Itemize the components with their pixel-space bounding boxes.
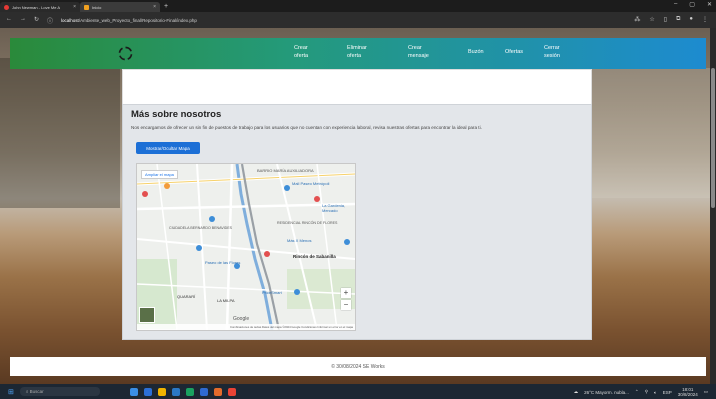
scrollbar-thumb[interactable] — [711, 68, 715, 208]
close-icon[interactable]: × — [73, 4, 76, 10]
youtube-icon — [4, 4, 9, 10]
reload-icon[interactable]: ↻ — [34, 16, 39, 25]
nav-crear-oferta[interactable]: Crear oferta — [294, 44, 320, 60]
map-label: BARRIO MARÍA AUXILIADORA — [257, 168, 314, 173]
taskbar-apps — [129, 387, 236, 396]
toggle-map-button[interactable]: Mostrar/Ocultar Mapa — [136, 142, 200, 154]
content-top-panel — [122, 69, 592, 106]
clock[interactable]: 18:01 30/8/2024 — [678, 387, 698, 397]
map-label: LA MILPA — [217, 298, 235, 303]
map-label: CIUDADELA BERNARDO BENAVIDES — [169, 226, 233, 230]
map-label: La Gardenia, Mercado — [322, 203, 346, 213]
page-footer: © 30/08/2024 SE Works — [10, 357, 706, 376]
map-label: RESIDENCIAL RINCÓN DE FLORES — [277, 221, 338, 225]
section-title: Más sobre nosotros — [131, 109, 222, 120]
site-navbar: Crear oferta Eliminar oferta Crear mensa… — [10, 38, 706, 69]
about-section: Más sobre nosotros Nos encargamos de ofr… — [122, 104, 592, 340]
task-view-icon[interactable] — [129, 387, 138, 396]
url-path: /Ambiente_web_Proyecto_final/Repositorio… — [78, 17, 197, 23]
back-icon[interactable]: ← — [6, 16, 12, 25]
weather-text[interactable]: 26°C Mayorm. nubla... — [584, 390, 629, 395]
tab-music[interactable]: John Newman - Love Me A × — [0, 2, 80, 12]
window-controls: – ▢ ✕ — [674, 1, 712, 8]
translate-icon[interactable]: ⁂ — [634, 16, 640, 23]
file-explorer-icon[interactable] — [157, 387, 166, 396]
nav-crear-mensaje[interactable]: Crear mensaje — [408, 44, 436, 60]
nav-eliminar-oferta[interactable]: Eliminar oferta — [347, 44, 375, 60]
edge-icon[interactable] — [143, 387, 152, 396]
map-attribution: Combinaciones de teclas Datos del mapa ©… — [137, 324, 355, 330]
zoom-in-button[interactable]: + — [341, 288, 351, 298]
map-label: Mall Paseo Metrópoli — [292, 181, 330, 186]
system-tray: ☁ 26°C Mayorm. nubla... ⌃ ⚲ 🔈︎ ESP 18:01… — [574, 387, 708, 397]
minimize-button[interactable]: – — [674, 1, 677, 8]
profile-icon[interactable]: ● — [689, 16, 693, 23]
notifications-icon[interactable]: ▭ — [704, 389, 708, 395]
language-indicator[interactable]: ESP — [663, 390, 672, 395]
forward-icon[interactable]: → — [20, 16, 26, 25]
map-label: Paseo de las Flores — [205, 260, 241, 265]
site-logo-icon[interactable] — [118, 46, 133, 61]
maximize-button[interactable]: ▢ — [689, 1, 695, 8]
tray-chevron-icon[interactable]: ⌃ — [635, 389, 639, 395]
map-label: Rincón de Sabanilla — [293, 254, 336, 259]
address-bar: ← → ↻ ⓘ localhost/Ambiente_web_Proyecto_… — [0, 12, 716, 28]
taskbar-search-input[interactable]: ⌕ Buscar — [19, 387, 100, 396]
map-label: PriceSmart — [262, 290, 282, 295]
satellite-toggle-thumbnail[interactable] — [139, 307, 155, 323]
tab-label: Inicio — [92, 4, 102, 10]
windows-taskbar: ⊞ ⌕ Buscar ☁ 26°C Mayorm. nubla... ⌃ ⚲ 🔈… — [0, 384, 716, 399]
close-window-button[interactable]: ✕ — [707, 1, 712, 8]
menu-icon[interactable]: ⋮ — [702, 16, 708, 23]
volume-icon[interactable]: 🔈︎ — [654, 390, 657, 395]
footer-text: © 30/08/2024 SE Works — [331, 363, 385, 370]
map-label: QUARARÍ — [177, 294, 196, 299]
vscode-icon[interactable] — [199, 387, 208, 396]
nav-ofertas[interactable]: Ofertas — [505, 48, 523, 56]
section-description: Nos encargamos de ofrecer un sin fin de … — [131, 125, 482, 130]
new-tab-button[interactable]: + — [164, 3, 168, 10]
xampp-icon[interactable] — [213, 387, 222, 396]
google-logo: Google — [233, 316, 250, 322]
weather-icon[interactable]: ☁ — [574, 389, 579, 395]
tab-label: John Newman - Love Me A — [12, 4, 61, 10]
expand-map-link[interactable]: Ampliar el mapa — [141, 170, 178, 179]
clock-date: 30/8/2024 — [677, 392, 698, 397]
network-icon[interactable]: ⚲ — [645, 389, 648, 395]
chrome-icon[interactable] — [227, 387, 236, 396]
embedded-map[interactable]: Ampliar el mapa BARRIO MARÍA AUXILIADORA… — [136, 163, 356, 331]
url-field[interactable]: localhost/Ambiente_web_Proyecto_final/Re… — [61, 18, 197, 23]
windows-start-icon[interactable]: ⊞ — [8, 388, 14, 396]
url-host: localhost — [61, 17, 79, 23]
search-placeholder: Buscar — [29, 389, 44, 394]
bookmark-star-icon[interactable]: ☆ — [649, 16, 654, 23]
map-canvas[interactable] — [137, 164, 355, 330]
nav-buzon[interactable]: Buzón — [468, 48, 484, 56]
tab-inicio[interactable]: Inicio × — [80, 2, 160, 12]
sidebar-icon[interactable]: ▯ — [664, 16, 667, 23]
store-icon[interactable] — [171, 387, 180, 396]
page-scrollbar[interactable] — [710, 28, 716, 384]
site-info-icon[interactable]: ⓘ — [47, 16, 53, 25]
zoom-out-button[interactable]: − — [341, 300, 351, 310]
nav-cerrar-sesion[interactable]: Cerrar sesión — [544, 44, 568, 60]
map-label: Más X Menos — [287, 238, 312, 243]
close-icon[interactable]: × — [153, 4, 156, 10]
browser-tab-bar: John Newman - Love Me A × Inicio × + – ▢… — [0, 0, 716, 12]
xampp-icon — [84, 4, 89, 10]
extensions-icon[interactable]: ⧉ — [676, 16, 680, 23]
app-icon[interactable] — [185, 387, 194, 396]
